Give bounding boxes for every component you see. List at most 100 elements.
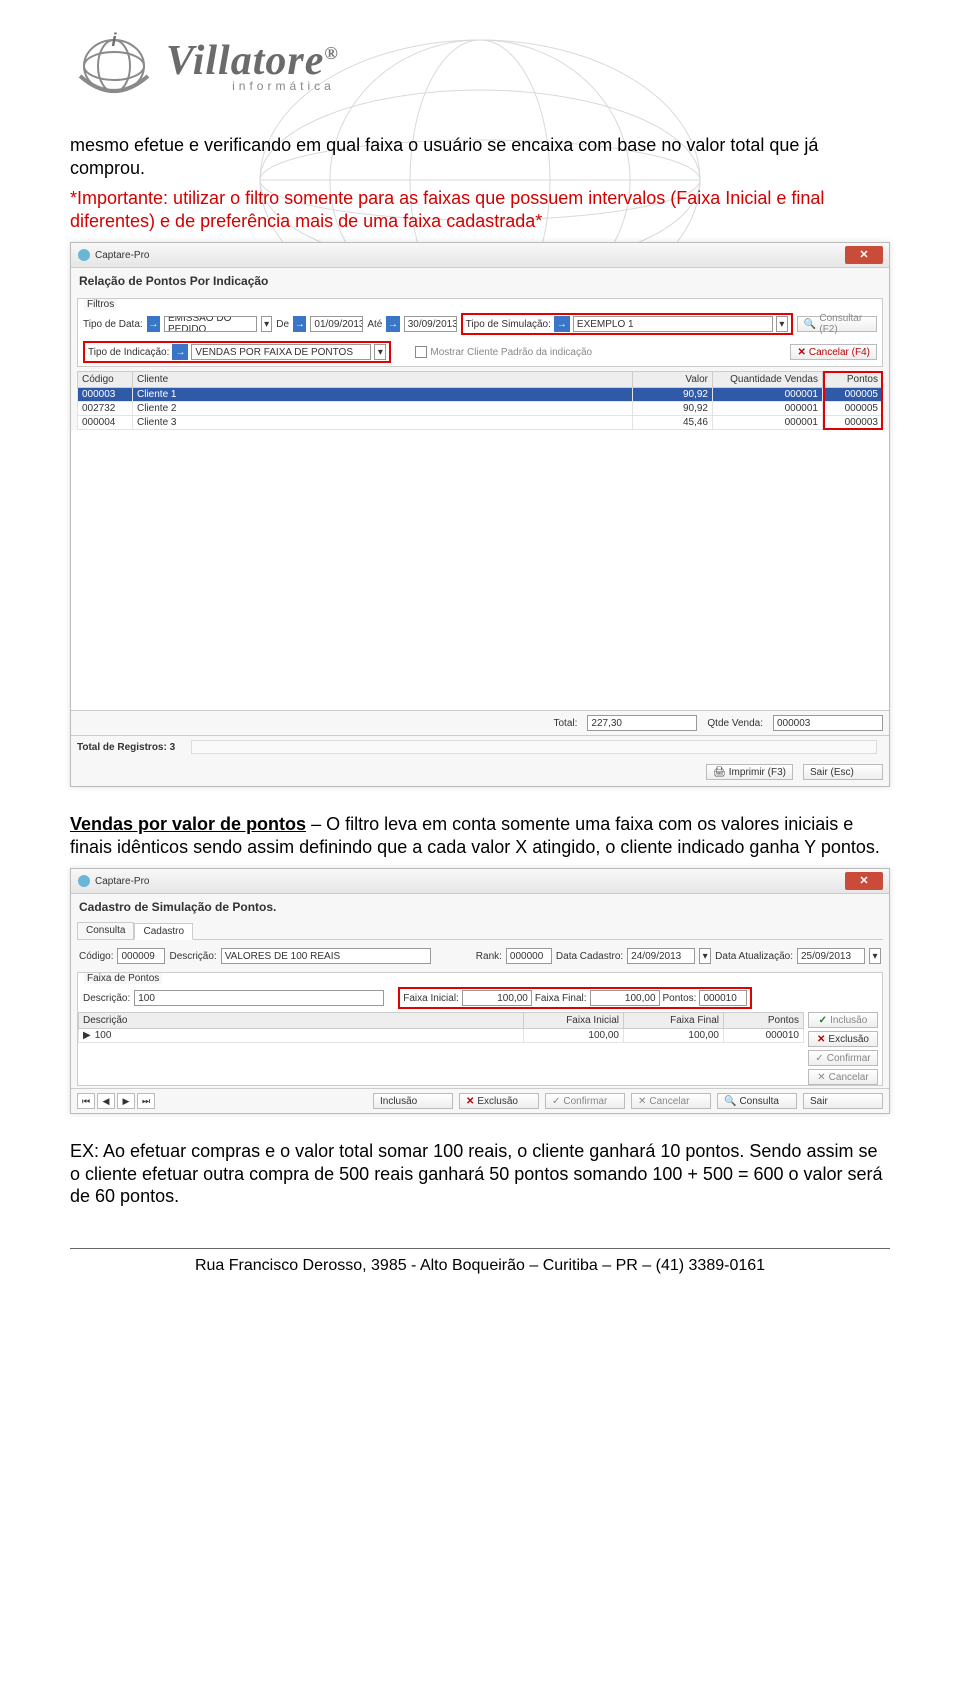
- data-at-field[interactable]: 25/09/2013: [797, 948, 865, 964]
- first-icon[interactable]: ⏮: [77, 1093, 95, 1109]
- sair-button[interactable]: Sair (Esc): [803, 764, 883, 780]
- dropdown-icon[interactable]: ▾: [699, 948, 711, 964]
- scrollbar-horizontal[interactable]: [191, 740, 877, 754]
- table-row[interactable]: ▶100 100,00 100,00 000010: [79, 1029, 804, 1043]
- prev-icon[interactable]: ◀: [97, 1093, 115, 1109]
- important-note: *Importante: utilizar o filtro somente p…: [70, 187, 890, 232]
- side-confirmar-button: ✓Confirmar: [808, 1050, 878, 1066]
- arrow-icon[interactable]: →: [293, 316, 306, 332]
- consulta-button[interactable]: 🔍Consulta: [717, 1093, 797, 1109]
- x-icon: ✕: [817, 1034, 825, 1045]
- side-cancelar-button: ✕Cancelar: [808, 1069, 878, 1085]
- th-qtd[interactable]: Quantidade Vendas: [713, 372, 823, 388]
- arrow-icon[interactable]: →: [147, 316, 160, 332]
- dropdown-icon[interactable]: ▾: [374, 344, 386, 360]
- row-marker-icon: ▶: [83, 1030, 91, 1041]
- th-pt[interactable]: Pontos: [724, 1013, 804, 1029]
- table-row[interactable]: 000003 Cliente 1 90,92 000001 000005: [78, 388, 883, 402]
- th-desc[interactable]: Descrição: [79, 1013, 524, 1029]
- tab-consulta[interactable]: Consulta: [77, 922, 134, 939]
- check-icon: ✓: [815, 1053, 823, 1064]
- total-value: 227,30: [587, 715, 697, 731]
- checkbox-mostrar-cliente[interactable]: [415, 346, 427, 358]
- lbl-desc2: Descrição:: [83, 993, 130, 1004]
- tipo-sim-field[interactable]: EXEMPLO 1: [573, 316, 773, 332]
- screenshot-relacao-pontos: Captare-Pro ✕ Relação de Pontos Por Indi…: [70, 242, 890, 787]
- data-cad-field[interactable]: 24/09/2013: [627, 948, 695, 964]
- app-name: Captare-Pro: [95, 250, 149, 261]
- confirmar-button: ✓Confirmar: [545, 1093, 625, 1109]
- intro-paragraph: mesmo efetue e verificando em qual faixa…: [70, 134, 890, 179]
- close-icon[interactable]: ✕: [845, 246, 883, 264]
- pt-field[interactable]: 000010: [699, 990, 747, 1006]
- lbl-rank: Rank:: [476, 951, 502, 962]
- th-pontos[interactable]: Pontos: [823, 372, 883, 388]
- lbl-desc: Descrição:: [169, 951, 216, 962]
- cancelar-button[interactable]: ✕Cancelar (F4): [790, 344, 877, 360]
- logo: i Villatore® informática: [70, 20, 890, 110]
- footer-address: Rua Francisco Derosso, 3985 - Alto Boque…: [70, 1257, 890, 1275]
- filtros-group-label: Filtros: [84, 299, 117, 310]
- side-inclusao-button[interactable]: ✓Inclusão: [808, 1012, 878, 1028]
- faixa-group-label: Faixa de Pontos: [84, 973, 162, 984]
- tipo-ind-field[interactable]: VENDAS POR FAIXA DE PONTOS: [191, 344, 371, 360]
- x-icon: ✕: [797, 347, 805, 358]
- dropdown-icon[interactable]: ▾: [776, 316, 788, 332]
- chk-label: Mostrar Cliente Padrão da indicação: [430, 347, 592, 358]
- exclusao-button[interactable]: ✕Exclusão: [459, 1093, 539, 1109]
- search-icon: 🔍: [804, 319, 816, 330]
- th-fi[interactable]: Faixa Inicial: [524, 1013, 624, 1029]
- imprimir-button[interactable]: 🖨Imprimir (F3): [706, 764, 793, 780]
- x-icon: ✕: [817, 1072, 825, 1083]
- app-icon: [77, 874, 91, 888]
- check-icon: ✓: [552, 1096, 560, 1107]
- sair-button[interactable]: Sair: [803, 1093, 883, 1109]
- app-icon: [77, 248, 91, 262]
- inclusao-button[interactable]: Inclusão: [373, 1093, 453, 1109]
- x-icon: ✕: [466, 1096, 474, 1107]
- close-icon[interactable]: ✕: [845, 872, 883, 890]
- rank-field[interactable]: 000000: [506, 948, 552, 964]
- lbl-pt: Pontos:: [663, 993, 697, 1004]
- footer-divider: [70, 1248, 890, 1249]
- table-row[interactable]: 002732 Cliente 2 90,92 000001 000005: [78, 402, 883, 416]
- desc-field[interactable]: VALORES DE 100 REAIS: [221, 948, 431, 964]
- search-icon: 🔍: [724, 1096, 736, 1107]
- arrow-icon[interactable]: →: [172, 344, 188, 360]
- side-exclusao-button[interactable]: ✕Exclusão: [808, 1031, 878, 1047]
- faixa-table: Descrição Faixa Inicial Faixa Final Pont…: [78, 1012, 804, 1043]
- ate-field[interactable]: 30/09/2013: [404, 316, 457, 332]
- cancelar-button: ✕Cancelar: [631, 1093, 711, 1109]
- qtd-label: Qtde Venda:: [707, 718, 763, 729]
- tipo-data-field[interactable]: EMISSÃO DO PEDIDO: [164, 316, 257, 332]
- printer-icon: 🖨: [713, 767, 726, 778]
- th-ff[interactable]: Faixa Final: [624, 1013, 724, 1029]
- logo-mark: i: [70, 26, 158, 104]
- screenshot-cadastro-simulacao: Captare-Pro ✕ Cadastro de Simulação de P…: [70, 868, 890, 1114]
- dropdown-icon[interactable]: ▾: [869, 948, 881, 964]
- ff-field[interactable]: 100,00: [590, 990, 660, 1006]
- table-row[interactable]: 000004 Cliente 3 45,46 000001 000003: [78, 416, 883, 430]
- de-field[interactable]: 01/09/2013: [310, 316, 363, 332]
- codigo-field[interactable]: 000009: [117, 948, 165, 964]
- arrow-icon[interactable]: →: [554, 316, 570, 332]
- consultar-button[interactable]: 🔍Consultar (F2): [797, 316, 877, 332]
- last-icon[interactable]: ⏭: [137, 1093, 155, 1109]
- th-cliente[interactable]: Cliente: [133, 372, 633, 388]
- tab-cadastro[interactable]: Cadastro: [134, 923, 193, 940]
- arrow-icon[interactable]: →: [386, 316, 399, 332]
- fi-field[interactable]: 100,00: [462, 990, 532, 1006]
- app-name: Captare-Pro: [95, 876, 149, 887]
- dropdown-icon[interactable]: ▾: [261, 316, 272, 332]
- total-label: Total:: [553, 718, 577, 729]
- section-paragraph: Vendas por valor de pontos – O filtro le…: [70, 813, 890, 858]
- section-title: Vendas por valor de pontos: [70, 814, 306, 834]
- lbl-ff: Faixa Final:: [535, 993, 587, 1004]
- th-valor[interactable]: Valor: [633, 372, 713, 388]
- desc2-field[interactable]: 100: [134, 990, 384, 1006]
- nav-buttons: ⏮ ◀ ▶ ⏭: [71, 1089, 161, 1113]
- next-icon[interactable]: ▶: [117, 1093, 135, 1109]
- th-codigo[interactable]: Código: [78, 372, 133, 388]
- x-icon: ✕: [638, 1096, 646, 1107]
- window-title: Relação de Pontos Por Indicação: [71, 268, 889, 294]
